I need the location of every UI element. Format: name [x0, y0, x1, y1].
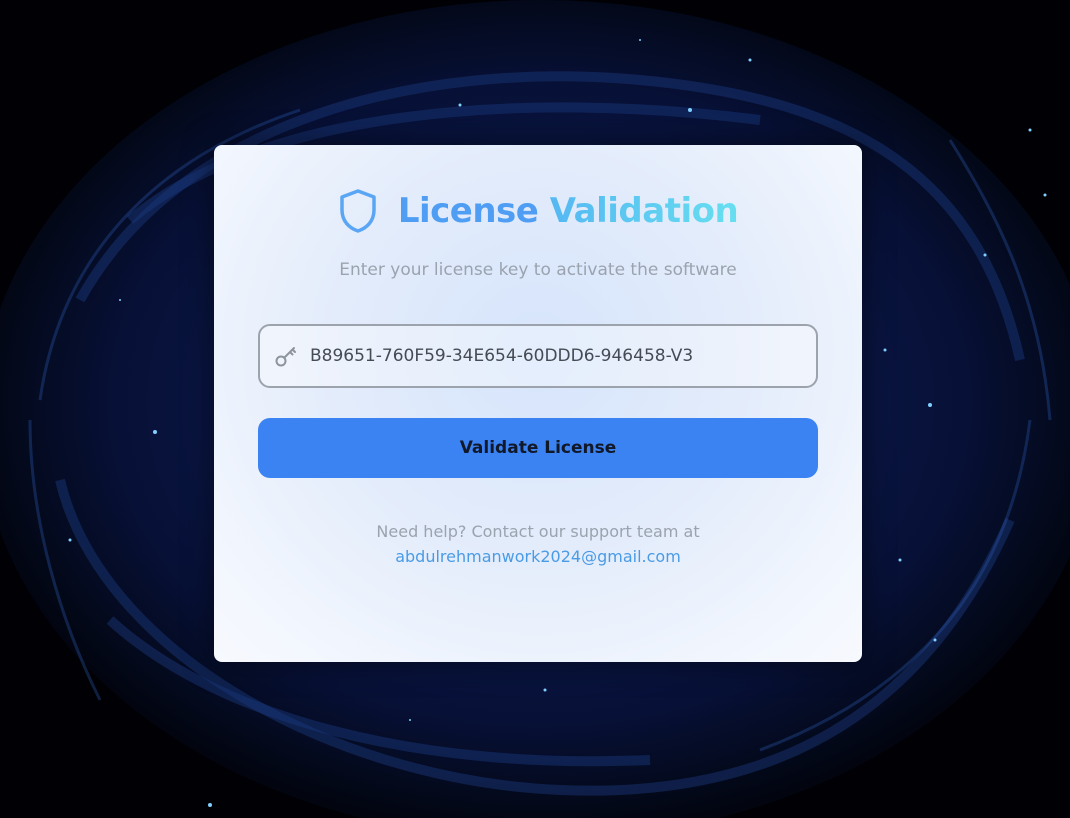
page-title: License Validation [397, 185, 739, 237]
license-key-input[interactable] [310, 326, 805, 386]
license-key-field[interactable] [258, 324, 818, 388]
title-row: License Validation [214, 185, 862, 237]
key-icon [275, 347, 296, 367]
help-text: Need help? Contact our support team at a… [214, 519, 862, 569]
title-validation: Validation [549, 191, 739, 231]
subtitle: Enter your license key to activate the s… [339, 260, 737, 280]
help-message: Need help? Contact our support team at [376, 522, 700, 541]
background: License Validation Enter your license ke… [0, 0, 1070, 818]
shield-icon [340, 189, 376, 233]
support-email-link[interactable]: abdulrehmanwork2024@gmail.com [395, 547, 681, 566]
title-license: License [397, 191, 539, 231]
validate-license-button[interactable]: Validate License [258, 418, 818, 478]
license-card: License Validation Enter your license ke… [214, 145, 862, 662]
